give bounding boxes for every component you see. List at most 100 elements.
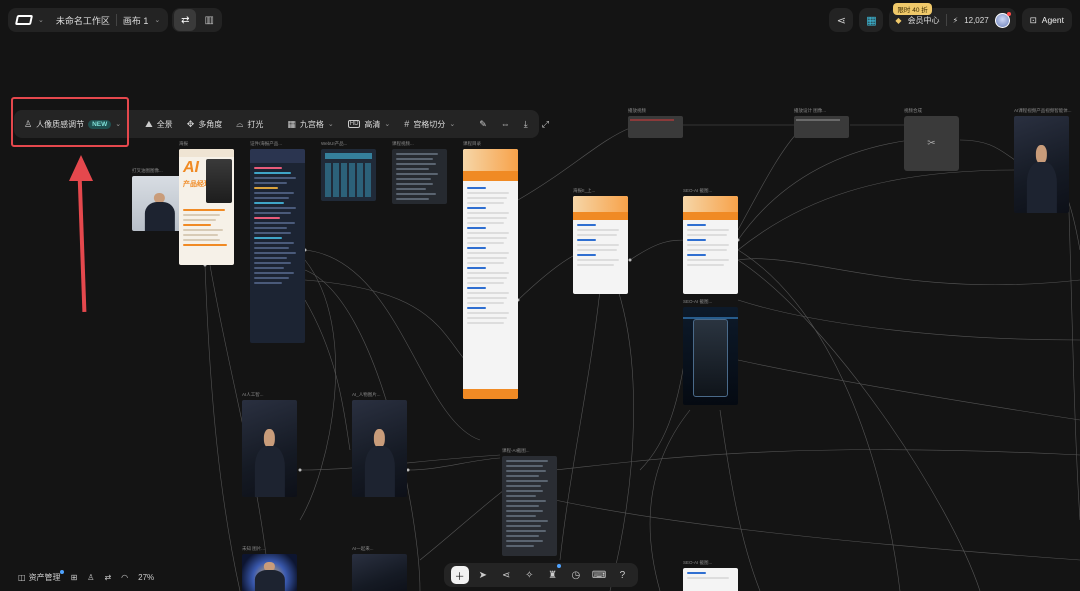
- video-node[interactable]: 播放视频: [628, 108, 683, 138]
- assets-button[interactable]: ◫ 资产管理: [18, 570, 64, 583]
- doc-image: [683, 568, 738, 591]
- expand-button[interactable]: ⤢: [536, 113, 555, 135]
- scissors-icon: ✂: [904, 116, 959, 171]
- panorama-button[interactable]: ⛰ 全景: [139, 113, 179, 135]
- top-right-bar: ⋖ ▦ 限时 40 折 ◆ 会员中心 ⚡ 12,027 ⊡ Agent: [829, 3, 1072, 32]
- poster-title: AI: [183, 159, 199, 176]
- grid-node[interactable]: WebUI产品...: [321, 141, 376, 201]
- canvas-name: 画布 1: [122, 15, 149, 26]
- magic-icon[interactable]: ✧: [520, 566, 538, 584]
- history-icon[interactable]: ◷: [567, 566, 585, 584]
- node-label: 课程视频...: [392, 141, 414, 146]
- share-icon[interactable]: ⋖: [829, 8, 854, 32]
- list-image: [392, 149, 447, 204]
- node-label: AI人工智...: [242, 392, 264, 397]
- agent-icon: ⊡: [1029, 14, 1037, 25]
- pointer-icon[interactable]: ➤: [474, 566, 492, 584]
- portrait-image: [242, 554, 297, 591]
- zoom-level[interactable]: 27%: [138, 573, 154, 582]
- grid9-button[interactable]: ▦ 九宫格 ⌄: [281, 113, 339, 135]
- diamond-icon: ◆: [895, 15, 902, 25]
- download-button[interactable]: ⤓: [518, 113, 534, 135]
- node-label: 课程目录: [463, 141, 481, 146]
- lighting-button[interactable]: ⌓ 打光: [230, 113, 269, 135]
- workspace-switcher[interactable]: ⌄ 未命名工作区 画布 1 ⌄: [8, 8, 169, 32]
- doc-node[interactable]: SEO-AI 截图...: [683, 560, 738, 591]
- grid-split-button[interactable]: # 宫格切分 ⌄: [398, 113, 461, 135]
- lightning-icon: ⚡: [952, 15, 959, 25]
- course-doc-node[interactable]: 课程目录: [463, 141, 518, 399]
- image-node[interactable]: SEO-AI 截图...: [683, 299, 738, 405]
- doc-image: [573, 196, 628, 294]
- image-node[interactable]: 未知 图片...: [242, 546, 297, 591]
- assets-label: 资产管理: [28, 570, 64, 582]
- panel-icon: ◫: [18, 573, 26, 582]
- zoom-icon[interactable]: ◠: [121, 573, 128, 582]
- person-icon[interactable]: ♙: [87, 573, 94, 582]
- video-output-node[interactable]: AI课程视频产品视频智能体...: [1014, 108, 1072, 213]
- multi-angle-button[interactable]: ✥ 多角度: [181, 113, 229, 135]
- grid-icon: ▦: [287, 118, 296, 129]
- agent-button[interactable]: ⊡ Agent: [1021, 8, 1072, 32]
- node-view-icon[interactable]: ⇄: [174, 9, 197, 31]
- grid-icon[interactable]: ⊞: [71, 573, 78, 582]
- annotation-highlight-box: [11, 97, 129, 147]
- node-label: SEO-AI 截图...: [683, 560, 713, 565]
- course-doc-image: [463, 149, 518, 399]
- panel-view-icon[interactable]: ▥: [198, 9, 220, 31]
- eraser-button[interactable]: ✎: [473, 113, 493, 135]
- workspace-name: 未命名工作区: [55, 15, 110, 26]
- panorama-label: 全景: [156, 119, 173, 129]
- top-left-bar: ⌄ 未命名工作区 画布 1 ⌄ ⇄ ▥: [8, 8, 223, 32]
- chevron-down-icon: ⌄: [384, 121, 391, 128]
- member-center-button[interactable]: 限时 40 折 ◆ 会员中心 ⚡ 12,027: [889, 3, 1016, 32]
- chevron-down-icon: ⌄: [154, 17, 161, 24]
- poster-node[interactable]: 海报 AI 产品经理: [179, 141, 234, 265]
- doc-image: [250, 149, 305, 343]
- doc-node[interactable]: 海报II_上...: [573, 188, 628, 294]
- panorama-icon: ⛰: [145, 118, 153, 129]
- hd-button[interactable]: HD 高清 ⌄: [342, 113, 397, 135]
- chevron-down-icon: ⌄: [449, 121, 456, 128]
- image-node[interactable]: AI_人物图片...: [352, 392, 407, 497]
- node-link-icon[interactable]: ⋖: [497, 566, 515, 584]
- chevron-down-icon: ⌄: [38, 17, 44, 24]
- swap-icon[interactable]: ⇄: [104, 573, 111, 582]
- keyboard-icon[interactable]: ⌨: [590, 566, 608, 584]
- video-compose-node[interactable]: 视频合成 ✂: [904, 108, 959, 171]
- list-node[interactable]: 课程视频...: [392, 141, 447, 204]
- multi-angle-icon: ✥: [186, 118, 195, 129]
- portrait-image: [352, 554, 407, 591]
- device-image: [683, 307, 738, 405]
- flip-button[interactable]: ⇔: [495, 113, 516, 135]
- lighting-icon: ⌓: [236, 118, 244, 129]
- view-toggle: ⇄ ▥: [172, 8, 223, 32]
- node-label: 海报II_上...: [573, 188, 596, 193]
- workflow-canvas[interactable]: 打叉油图图像... 海报 AI 产品经理 证件/海报产品... WebUI产品.…: [0, 0, 1080, 591]
- image-node[interactable]: AI一起来...: [352, 546, 407, 591]
- node-label: 课程-AI截图...: [502, 448, 530, 453]
- promo-badge: 限时 40 折: [893, 3, 932, 15]
- flip-icon: ⇔: [500, 119, 510, 129]
- doc-image: [683, 196, 738, 294]
- portrait-image: [242, 400, 297, 497]
- character-icon[interactable]: ♜: [544, 564, 562, 584]
- node-label: 海报: [179, 141, 188, 146]
- add-icon[interactable]: ＋: [450, 566, 469, 584]
- list-node[interactable]: 课程-AI截图...: [502, 448, 557, 556]
- image-node[interactable]: AI人工智...: [242, 392, 297, 497]
- portrait-image: [352, 400, 407, 497]
- chevron-down-icon: ⌄: [327, 121, 334, 128]
- list-image: [502, 456, 557, 556]
- node-label: AI课程视频产品视频智能体...: [1014, 108, 1072, 113]
- hash-icon: #: [404, 119, 410, 129]
- video-node[interactable]: 播放设计 图像...: [794, 108, 849, 138]
- doc-node[interactable]: SEO-AI 截图...: [683, 188, 738, 294]
- help-icon[interactable]: ?: [613, 566, 631, 584]
- node-label: 播放设计 图像...: [794, 108, 827, 113]
- doc-node[interactable]: 证件/海报产品...: [250, 141, 305, 343]
- avatar[interactable]: [994, 11, 1011, 28]
- points-count: 12,027: [964, 15, 989, 25]
- store-icon[interactable]: ▦: [859, 8, 884, 32]
- node-label: 打叉油图图像...: [132, 168, 163, 173]
